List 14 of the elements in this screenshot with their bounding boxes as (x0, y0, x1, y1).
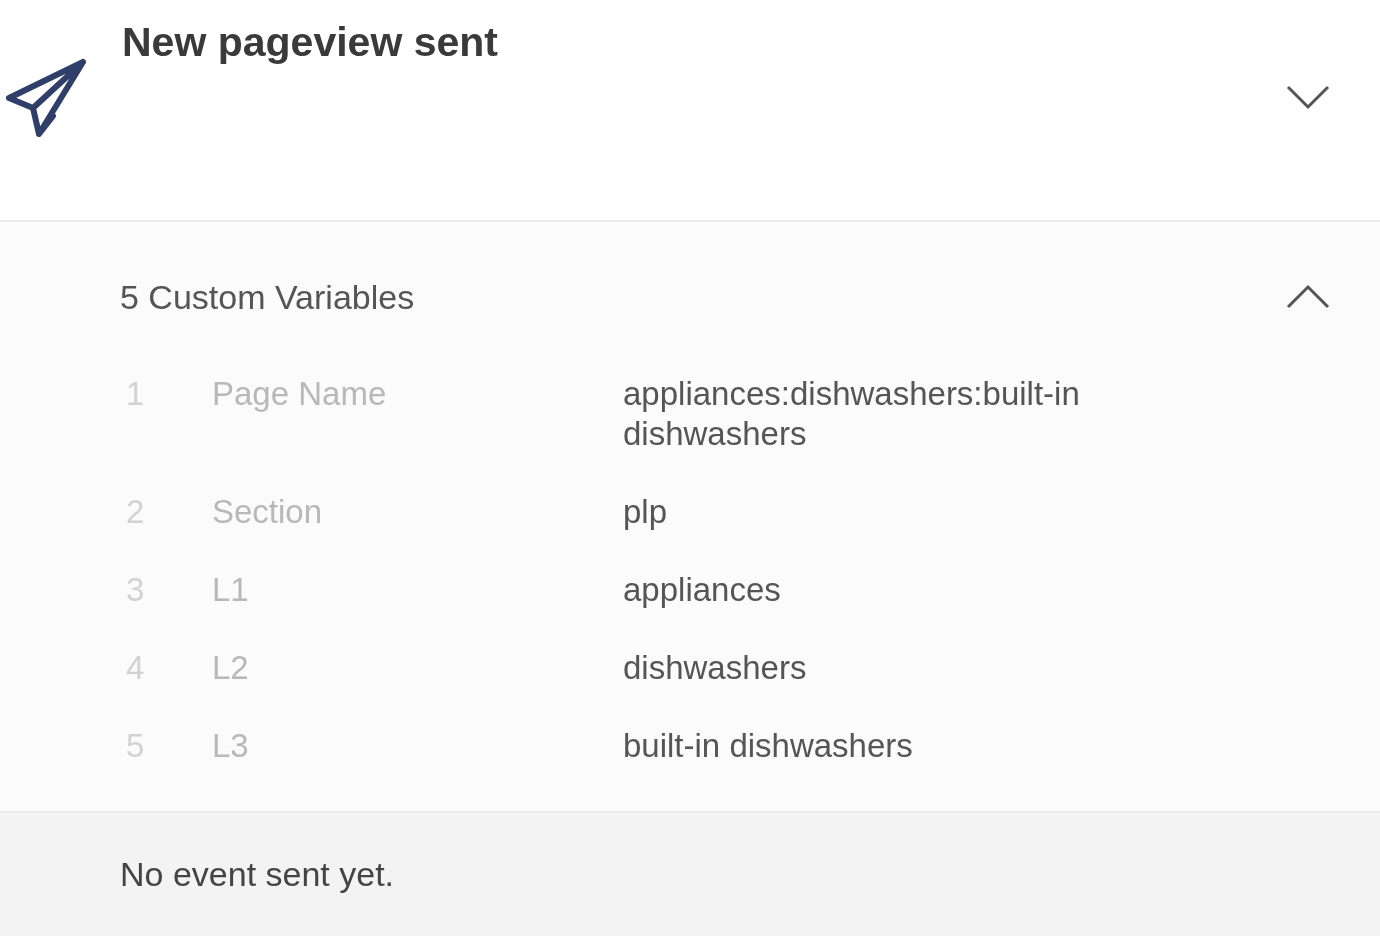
section-heading[interactable]: 5 Custom Variables (120, 277, 415, 317)
variable-name: Page Name (212, 374, 387, 414)
variable-name: Section (212, 492, 323, 532)
variable-value: appliances (623, 570, 781, 610)
variable-value: built-in dishwashers (623, 726, 913, 766)
variable-value: appliances:dishwashers:built-in dishwashers (623, 374, 1081, 454)
event-title: New pageview sent (122, 18, 499, 67)
paper-plane-icon (5, 58, 87, 138)
variable-name: L3 (212, 726, 249, 766)
variable-value: plp (623, 492, 668, 532)
status-message: No event sent yet. (120, 855, 395, 894)
variable-name: L2 (212, 648, 249, 688)
variable-value: dishwashers (623, 648, 807, 688)
variable-name: L1 (212, 570, 249, 610)
